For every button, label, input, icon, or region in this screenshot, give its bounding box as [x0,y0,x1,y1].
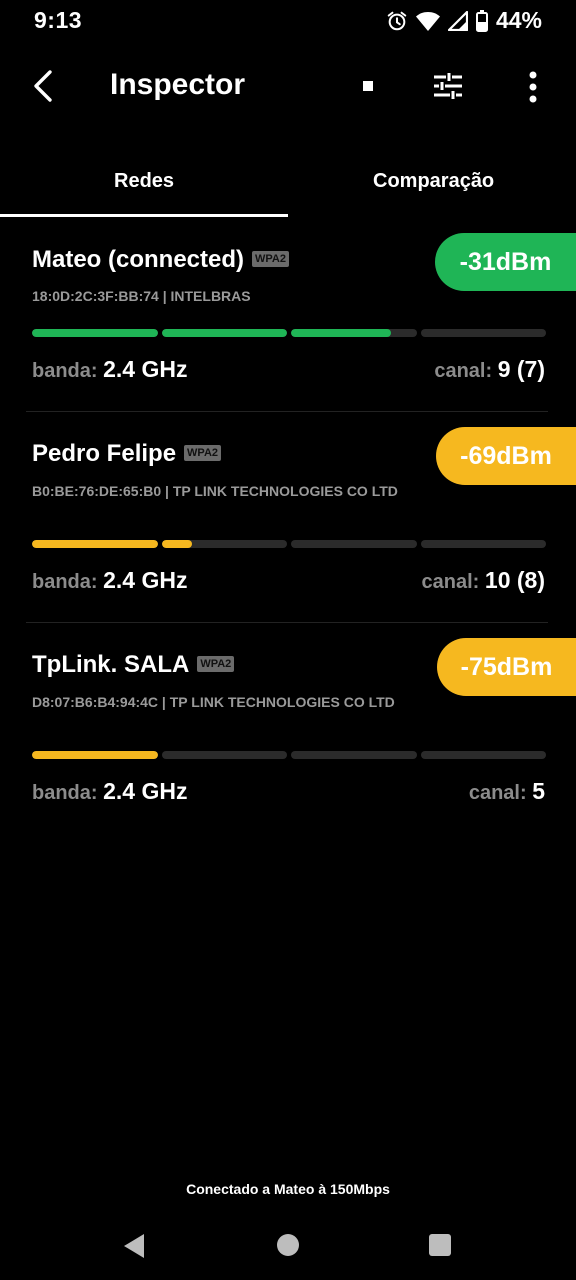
signal-bar [32,540,546,548]
channel-label: canal: [468,782,527,804]
network-ssid: TpLink. SALA [32,651,190,678]
band-info: banda: 2.4 GHz [32,778,188,805]
page-title: Inspector [110,68,246,101]
network-ssid: Mateo (connected) [32,246,245,273]
channel-info: canal: 9 (7) [434,356,545,383]
channel-info: canal: 5 [469,778,545,805]
security-badge: WPA2 [252,250,289,267]
band-value: 2.4 GHz [103,567,188,593]
network-mac: D8:07:B6:B4:94:4C | TP LINK TECHNOLOGIES… [32,694,395,710]
security-badge: WPA2 [197,655,235,672]
signal-strength-badge: -75dBm [437,638,576,696]
signal-bar-segment [291,540,417,548]
channel-value: 9 (7) [497,356,545,382]
network-ssid: Pedro Felipe [32,440,177,467]
band-info: banda: 2.4 GHz [32,356,188,383]
signal-bar-segment [161,329,287,337]
band-value: 2.4 GHz [103,356,188,382]
signal-bar-segment [32,751,158,759]
signal-bar [32,751,546,759]
signal-bar-segment [32,329,158,337]
network-name: Mateo (connected) WPA2 [32,246,289,274]
signal-bar-segment [420,751,546,759]
channel-value: 5 [532,778,545,804]
alarm-icon [387,11,407,30]
channel-label: canal: [434,360,493,382]
tab-redes[interactable]: Redes [114,170,174,193]
arrow-back-icon[interactable] [30,68,60,104]
connection-status: Conectado a Mateo à 150Mbps [186,1181,390,1197]
tab-bar: Redes Comparação [0,150,576,220]
status-time: 9:13 [34,7,83,33]
signal-bar-segment [420,329,546,337]
tune-icon[interactable] [432,72,464,100]
band-label: banda: [32,571,98,593]
band-value: 2.4 GHz [103,778,188,804]
security-badge: WPA2 [184,444,222,461]
more-vert-icon[interactable] [523,70,543,104]
signal-bar-segment [420,540,546,548]
system-nav-bar [0,1215,576,1275]
battery-icon [475,9,488,32]
nav-recents-icon[interactable] [429,1234,451,1256]
signal-bar-segment [32,540,158,548]
network-card[interactable]: Pedro Felipe WPA2 B0:BE:76:DE:65:B0 | TP … [0,426,576,622]
stop-icon[interactable] [363,81,373,91]
band-info: banda: 2.4 GHz [32,567,188,594]
status-icons: 44% [386,7,542,34]
signal-bar [32,329,546,337]
nav-home-icon[interactable] [277,1234,299,1256]
app-bar: Inspector [0,50,576,122]
divider [26,411,548,412]
wifi-icon [415,11,440,31]
signal-bar-segment [161,540,287,548]
tab-comparacao[interactable]: Comparação [373,170,494,193]
band-label: banda: [32,360,98,382]
network-mac: 18:0D:2C:3F:BB:74 | INTELBRAS [32,288,251,304]
signal-strength-badge: -69dBm [436,427,576,485]
band-label: banda: [32,782,98,804]
status-bar: 9:13 44% [0,0,576,42]
nav-back-icon[interactable] [122,1233,146,1259]
cell-signal-icon [447,10,468,31]
network-mac: B0:BE:76:DE:65:B0 | TP LINK TECHNOLOGIES… [32,483,398,499]
network-card[interactable]: TpLink. SALA WPA2 D8:07:B6:B4:94:4C | TP … [0,637,576,817]
tab-indicator [0,214,288,217]
network-card[interactable]: Mateo (connected) WPA2 18:0D:2C:3F:BB:74 … [0,232,576,412]
signal-strength-badge: -31dBm [435,233,576,291]
network-name: TpLink. SALA WPA2 [32,651,235,679]
signal-bar-segment [291,329,417,337]
channel-label: canal: [421,571,480,593]
battery-percent: 44% [495,7,542,33]
channel-info: canal: 10 (8) [422,567,545,594]
divider [26,622,548,623]
channel-value: 10 (8) [484,567,545,593]
network-name: Pedro Felipe WPA2 [32,440,222,468]
signal-bar-segment [161,751,287,759]
signal-bar-segment [291,751,417,759]
